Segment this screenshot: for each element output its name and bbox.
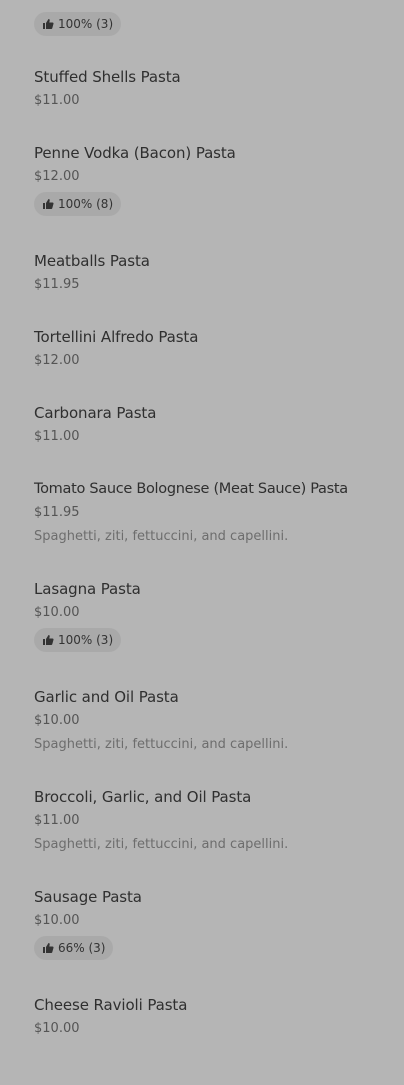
item-name: Cheese Ravioli Pasta [34, 996, 188, 1014]
thumbs-up-icon [42, 634, 54, 646]
item-price: $11.00 [34, 813, 80, 828]
item-name: Meatballs Pasta [34, 252, 150, 270]
menu-item[interactable]: Stuffed Shells Pasta $11.00 [34, 67, 404, 110]
menu-item[interactable]: Lasagna Pasta $10.00 100% (3) [34, 579, 404, 652]
menu-item[interactable]: Sausage Pasta $10.00 66% (3) [34, 887, 404, 960]
rating-text: 100% (8) [58, 197, 114, 211]
item-name: Tomato Sauce Bolognese (Meat Sauce) Past… [34, 481, 348, 497]
item-description: Spaghetti, ziti, fettuccini, and capelli… [34, 837, 289, 852]
item-price: $11.95 [34, 505, 80, 520]
menu-list: 100% (3) Stuffed Shells Pasta $11.00 Pen… [0, 0, 404, 1085]
item-price: $12.00 [34, 353, 80, 368]
thumbs-up-icon [42, 942, 54, 954]
item-description: Spaghetti, ziti, fettuccini, and capelli… [34, 529, 289, 544]
item-name: Stuffed Shells Pasta [34, 68, 181, 86]
rating-badge: 100% (3) [34, 12, 122, 36]
item-price: $10.00 [34, 605, 80, 620]
rating-badge: 100% (8) [34, 192, 122, 216]
item-name: Garlic and Oil Pasta [34, 688, 179, 706]
rating-text: 100% (3) [58, 17, 114, 31]
item-name: Lasagna Pasta [34, 580, 141, 598]
item-name: Carbonara Pasta [34, 404, 157, 422]
menu-item[interactable]: Meatballs Pasta $11.95 [34, 251, 404, 294]
item-name: Tortellini Alfredo Pasta [34, 328, 199, 346]
item-price: $11.00 [34, 93, 80, 108]
item-price: $11.95 [34, 277, 80, 292]
menu-item[interactable]: Penne Vodka (Bacon) Pasta $12.00 100% (8… [34, 143, 404, 216]
item-name: Sausage Pasta [34, 888, 142, 906]
menu-item-partial[interactable]: 100% (3) [34, 12, 404, 36]
item-price: $10.00 [34, 913, 80, 928]
thumbs-up-icon [42, 198, 54, 210]
item-price: $12.00 [34, 169, 80, 184]
rating-badge: 66% (3) [34, 936, 114, 960]
menu-item[interactable]: Tortellini Alfredo Pasta $12.00 [34, 327, 404, 370]
item-price: $11.00 [34, 429, 80, 444]
thumbs-up-icon [42, 18, 54, 30]
item-price: $10.00 [34, 1021, 80, 1036]
item-price: $10.00 [34, 713, 80, 728]
item-name: Penne Vodka (Bacon) Pasta [34, 144, 236, 162]
rating-text: 66% (3) [58, 941, 106, 955]
menu-item[interactable]: Garlic and Oil Pasta $10.00 Spaghetti, z… [34, 687, 404, 754]
rating-badge: 100% (3) [34, 628, 122, 652]
menu-item[interactable]: Carbonara Pasta $11.00 [34, 403, 404, 446]
menu-item[interactable]: Cheese Ravioli Pasta $10.00 [34, 995, 404, 1038]
item-description: Spaghetti, ziti, fettuccini, and capelli… [34, 737, 289, 752]
menu-item[interactable]: Tomato Sauce Bolognese (Meat Sauce) Past… [34, 479, 404, 546]
rating-text: 100% (3) [58, 633, 114, 647]
item-name: Broccoli, Garlic, and Oil Pasta [34, 788, 252, 806]
menu-item[interactable]: Broccoli, Garlic, and Oil Pasta $11.00 S… [34, 787, 404, 854]
